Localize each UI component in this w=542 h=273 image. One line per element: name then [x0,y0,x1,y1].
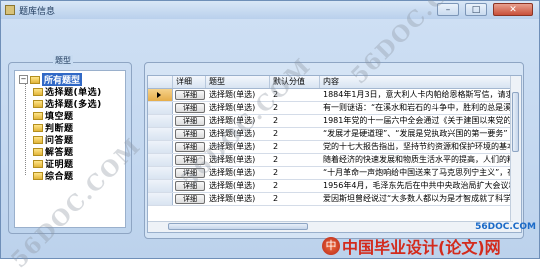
content-cell[interactable]: 有一则谜语：“在溪水和岩石的斗争中，胜利的总是溪水 [320,102,510,114]
folder-icon [33,135,43,144]
vertical-scrollbar[interactable] [510,76,521,232]
row-header[interactable] [148,102,173,114]
tree-item-label[interactable]: 综合题 [45,169,74,182]
score-cell[interactable]: 2 [270,167,320,179]
table-row[interactable]: 详细 选择题(单选) 2 “发展才是硬道理”、“发展是党执政兴国的第一要务” [148,128,521,141]
row-header[interactable] [148,167,173,179]
folder-icon [33,159,43,168]
row-header[interactable] [148,193,173,205]
score-cell[interactable]: 2 [270,141,320,153]
title-bar[interactable]: 题库信息 – □ ✕ [1,1,539,19]
tree-connector-line [25,83,26,175]
column-header-content[interactable]: 内容 [320,76,513,88]
folder-icon [33,171,43,180]
score-cell[interactable]: 2 [270,154,320,166]
folder-icon [30,75,40,84]
row-header-corner [148,76,173,88]
current-row-arrow-icon [157,92,161,98]
tree-item[interactable]: 综合题 [33,169,74,182]
horizontal-scroll-thumb[interactable] [168,223,308,230]
detail-button[interactable]: 详细 [175,90,205,100]
close-button[interactable]: ✕ [493,3,533,16]
table-row[interactable]: 详细 选择题(单选) 2 爱因斯坦曾经说过“大多数人都以为是才智成就了科学家 [148,193,521,206]
content-cell[interactable]: 1981年党的十一届六中全会通过《关于建国以来党的若干 [320,115,510,127]
score-cell[interactable]: 2 [270,128,320,140]
type-cell[interactable]: 选择题(单选) [206,180,270,192]
horizontal-scrollbar[interactable] [148,221,513,232]
brand-url: 56DOC.COM [475,222,536,232]
vertical-scroll-thumb[interactable] [512,92,519,152]
table-row[interactable]: 详细 选择题(单选) 2 1981年党的十一届六中全会通过《关于建国以来党的若干 [148,115,521,128]
type-cell[interactable]: 选择题(单选) [206,193,270,205]
content-cell[interactable]: 爱因斯坦曾经说过“大多数人都以为是才智成就了科学家 [320,193,510,205]
grid-header: 详细 题型 默认分值 内容 [148,76,521,89]
group-label: 题型 [53,55,73,66]
row-header[interactable] [148,154,173,166]
row-header[interactable] [148,180,173,192]
score-cell[interactable]: 2 [270,180,320,192]
content-cell[interactable]: 1884年1月3日，意大利人卡内帕给恩格斯写信，请求他为 [320,89,510,101]
detail-button[interactable]: 详细 [175,129,205,139]
detail-button[interactable]: 详细 [175,103,205,113]
row-header[interactable] [148,115,173,127]
collapse-icon[interactable]: − [19,75,28,84]
app-icon [5,5,15,15]
table-row[interactable]: 详细 选择题(单选) 2 1884年1月3日，意大利人卡内帕给恩格斯写信，请求他… [148,89,521,102]
content-cell[interactable]: “发展才是硬道理”、“发展是党执政兴国的第一要务” [320,128,510,140]
detail-button[interactable]: 详细 [175,116,205,126]
folder-icon [33,87,43,96]
window-title: 题库信息 [19,6,56,17]
brand-text: 中国毕业设计(论文)网 [342,238,501,257]
folder-icon [33,99,43,108]
content-cell[interactable]: 随着经济的快速发展和物质生活水平的提高，人们的精神 [320,154,510,166]
score-cell[interactable]: 2 [270,193,320,205]
brand-logo-icon: 中 [322,237,340,255]
detail-button[interactable]: 详细 [175,194,205,204]
content-cell[interactable]: “十月革命一声炮响给中国送来了马克思列宁主义”，在 [320,167,510,179]
content-cell[interactable]: 党的十七大报告指出，坚持节约资源和保护环境的基本国 [320,141,510,153]
brand-logo: 中 中国毕业设计(论文)网 [322,234,501,258]
content-cell[interactable]: 1956年4月，毛泽东先后在中共中央政治局扩大会议和 [320,180,510,192]
row-header[interactable] [148,141,173,153]
score-cell[interactable]: 2 [270,115,320,127]
row-header[interactable] [148,89,173,101]
folder-icon [33,123,43,132]
maximize-button[interactable]: □ [465,3,487,16]
column-header-detail[interactable]: 详细 [173,76,206,88]
folder-icon [33,147,43,156]
folder-icon [33,111,43,120]
table-row[interactable]: 详细 选择题(单选) 2 有一则谜语：“在溪水和岩石的斗争中，胜利的总是溪水 [148,102,521,115]
column-header-type[interactable]: 题型 [206,76,270,88]
row-header[interactable] [148,128,173,140]
